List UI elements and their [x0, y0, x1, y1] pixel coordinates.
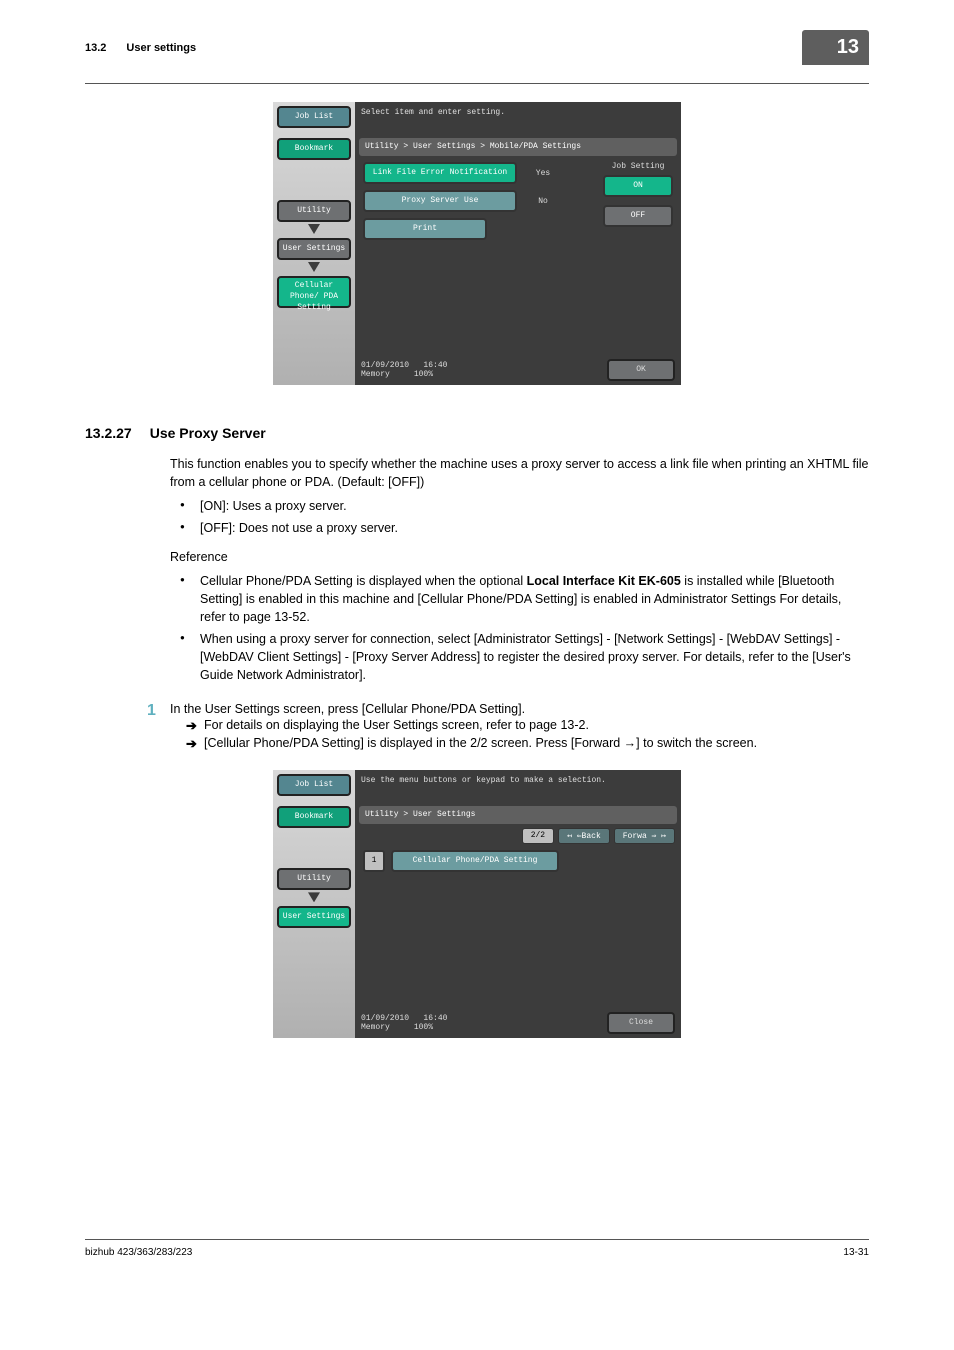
forward-button[interactable]: Forwa ⇒ ↦: [614, 828, 675, 844]
tab-job-list[interactable]: Job List: [277, 106, 351, 128]
footer-memory-pct: 100%: [414, 370, 433, 379]
footer-date: 01/09/2010: [361, 361, 409, 370]
opt-print[interactable]: Print: [363, 218, 487, 240]
nav-utility[interactable]: Utility: [277, 200, 351, 222]
screenshot-mobile-pda-settings: Job List Bookmark Utility User Settings …: [273, 102, 681, 385]
arrow-down-icon: [308, 262, 320, 272]
menu-cellular-pda-setting[interactable]: Cellular Phone/PDA Setting: [391, 850, 559, 872]
tab-job-list[interactable]: Job List: [277, 774, 351, 796]
opt-link-file-error[interactable]: Link File Error Notification: [363, 162, 517, 184]
breadcrumb: Utility > User Settings: [359, 806, 677, 824]
tab-bookmark[interactable]: Bookmark: [277, 806, 351, 828]
step-1-sub-2: [Cellular Phone/PDA Setting] is displaye…: [204, 736, 757, 750]
nav-user-settings[interactable]: User Settings: [277, 906, 351, 928]
footer-memory: Memory: [361, 1023, 390, 1032]
footer-memory-pct: 100%: [414, 1023, 433, 1032]
footer-page: 13-31: [843, 1247, 869, 1258]
ref-bullet-1: Cellular Phone/PDA Setting is displayed …: [170, 572, 870, 626]
off-button[interactable]: OFF: [603, 205, 673, 227]
footer-memory: Memory: [361, 370, 390, 379]
chapter-tab: 13: [802, 30, 869, 65]
opt-proxy-server-use[interactable]: Proxy Server Use: [363, 190, 517, 212]
ok-button[interactable]: OK: [607, 359, 675, 381]
nav-utility[interactable]: Utility: [277, 868, 351, 890]
arrow-right-icon: ➔: [170, 718, 204, 734]
arrow-down-icon: [308, 892, 320, 902]
section-title: User settings: [126, 42, 196, 54]
subsection-num: 13.2.27: [85, 425, 132, 441]
bullet-on: [ON]: Uses a proxy server.: [170, 497, 870, 515]
footer-time: 16:40: [423, 361, 447, 370]
section-num: 13.2: [85, 42, 106, 54]
breadcrumb: Utility > User Settings > Mobile/PDA Set…: [359, 138, 677, 156]
instruction-text: Use the menu buttons or keypad to make a…: [355, 770, 681, 800]
job-setting-label: Job Setting: [603, 162, 673, 171]
arrow-right-icon: ➔: [170, 736, 204, 752]
footer-date: 01/09/2010: [361, 1014, 409, 1023]
tab-bookmark[interactable]: Bookmark: [277, 138, 351, 160]
step-1-num: 1: [85, 702, 170, 720]
ref-bullet-2: When using a proxy server for connection…: [170, 630, 870, 684]
nav-user-settings[interactable]: User Settings: [277, 238, 351, 260]
back-button[interactable]: ↤ ⇐Back: [558, 828, 610, 844]
pager-page: 2/2: [522, 828, 554, 844]
menu-number-1: 1: [363, 850, 385, 872]
footer-model: bizhub 423/363/283/223: [85, 1247, 192, 1258]
nav-cellular-pda[interactable]: Cellular Phone/ PDA Setting: [277, 276, 351, 308]
footer-time: 16:40: [423, 1014, 447, 1023]
bullet-off: [OFF]: Does not use a proxy server.: [170, 519, 870, 537]
close-button[interactable]: Close: [607, 1012, 675, 1034]
reference-heading: Reference: [170, 548, 870, 566]
screenshot-user-settings: Job List Bookmark Utility User Settings …: [273, 770, 681, 1038]
intro-paragraph: This function enables you to specify whe…: [170, 455, 870, 491]
on-button[interactable]: ON: [603, 175, 673, 197]
subsection-title: Use Proxy Server: [150, 425, 266, 441]
step-1-sub-1: For details on displaying the User Setti…: [204, 718, 589, 732]
opt-proxy-server-use-value: No: [523, 197, 563, 206]
arrow-down-icon: [308, 224, 320, 234]
instruction-text: Select item and enter setting.: [355, 102, 681, 132]
opt-link-file-error-value: Yes: [523, 169, 563, 178]
step-1-text: In the User Settings screen, press [Cell…: [170, 702, 869, 716]
